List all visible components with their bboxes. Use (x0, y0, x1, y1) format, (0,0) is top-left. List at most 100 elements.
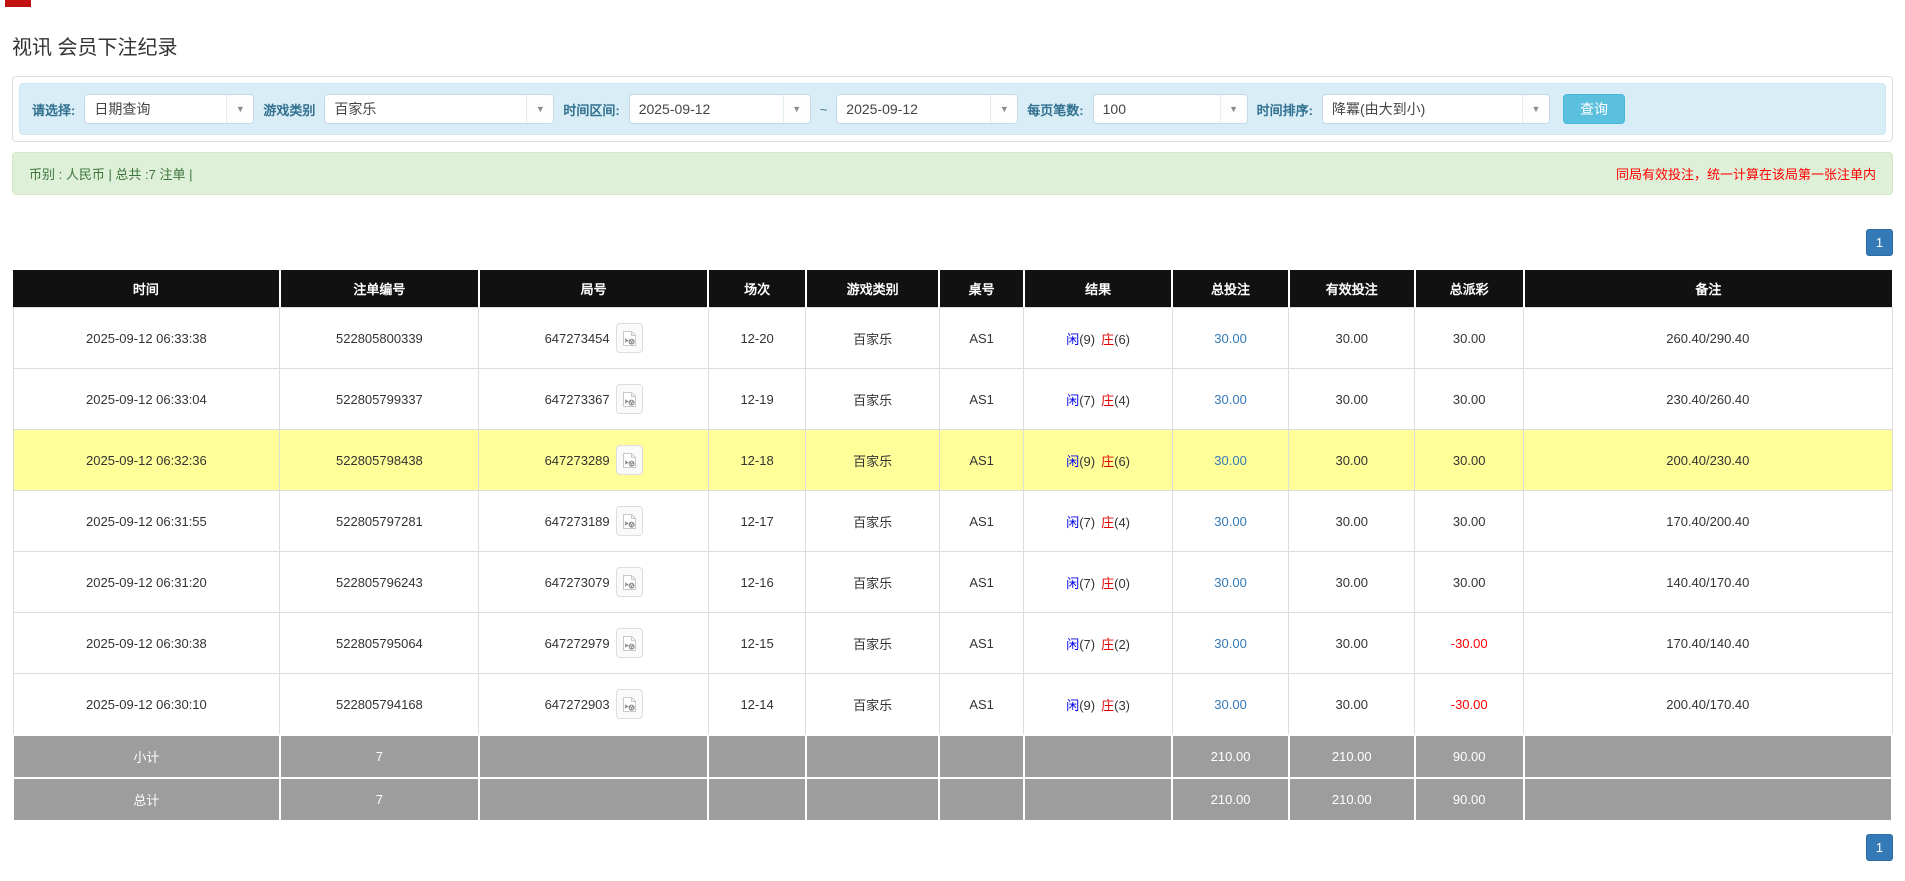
video-file-icon (622, 574, 637, 591)
cell-total-payout: 30.00 (1415, 491, 1524, 552)
table-header-row: 时间 注单编号 局号 场次 游戏类别 桌号 结果 总投注 有效投注 总派彩 备注 (13, 270, 1892, 308)
result-banker: 庄 (1101, 698, 1114, 713)
video-file-icon (622, 391, 637, 408)
subtotal-total-bet: 210.00 (1172, 735, 1288, 778)
result-banker-score: (4) (1114, 393, 1130, 408)
video-replay-button[interactable] (616, 384, 643, 414)
cell-valid-bet: 30.00 (1289, 491, 1415, 552)
round-id-value: 647272979 (545, 636, 610, 651)
result-player-score: (7) (1079, 515, 1095, 530)
subtotal-payout: 90.00 (1415, 735, 1524, 778)
cell-total-bet: 30.00 (1172, 674, 1288, 736)
result-player: 闲 (1066, 393, 1079, 408)
chevron-down-icon[interactable]: ▼ (990, 95, 1017, 123)
date-from-value: 2025-09-12 (630, 95, 783, 123)
result-banker-score: (4) (1114, 515, 1130, 530)
cell-time: 2025-09-12 06:30:10 (13, 674, 280, 736)
game-type-select[interactable]: 百家乐 ▼ (324, 94, 554, 124)
video-replay-button[interactable] (616, 567, 643, 597)
page-button-1[interactable]: 1 (1866, 834, 1893, 861)
header-round-id: 局号 (479, 270, 708, 308)
round-id-value: 647273289 (545, 453, 610, 468)
cell-valid-bet: 30.00 (1289, 674, 1415, 736)
video-replay-button[interactable] (616, 323, 643, 353)
cell-result: 闲(9)庄(6) (1024, 430, 1172, 491)
result-player: 闲 (1066, 576, 1079, 591)
cell-table-no: AS1 (939, 369, 1024, 430)
result-player: 闲 (1066, 637, 1079, 652)
cell-valid-bet: 30.00 (1289, 369, 1415, 430)
chevron-down-icon[interactable]: ▼ (783, 95, 810, 123)
result-banker-score: (6) (1114, 332, 1130, 347)
header-table-no: 桌号 (939, 270, 1024, 308)
video-replay-button[interactable] (616, 506, 643, 536)
search-button[interactable]: 查询 (1563, 94, 1625, 124)
result-banker-score: (2) (1114, 637, 1130, 652)
query-mode-label: 请选择: (32, 100, 75, 119)
cell-table-no: AS1 (939, 430, 1024, 491)
subtotal-row: 小计 7 210.00 210.00 90.00 (13, 735, 1892, 778)
page-button-1[interactable]: 1 (1866, 229, 1893, 256)
cell-total-payout: 30.00 (1415, 369, 1524, 430)
table-row: 2025-09-12 06:33:38 522805800339 6472734… (13, 308, 1892, 369)
cell-session: 12-19 (708, 369, 806, 430)
cell-bet-id: 522805799337 (280, 369, 479, 430)
total-bet-link[interactable]: 30.00 (1214, 636, 1247, 651)
page-size-select[interactable]: 100 ▼ (1093, 94, 1248, 124)
table-row: 2025-09-12 06:30:38 522805795064 6472729… (13, 613, 1892, 674)
table-row: 2025-09-12 06:30:10 522805794168 6472729… (13, 674, 1892, 736)
table-row: 2025-09-12 06:31:20 522805796243 6472730… (13, 552, 1892, 613)
cell-total-payout: 30.00 (1415, 430, 1524, 491)
video-replay-button[interactable] (616, 689, 643, 719)
chevron-down-icon[interactable]: ▼ (1522, 95, 1549, 123)
query-mode-value: 日期查询 (85, 95, 226, 123)
cell-game-type: 百家乐 (806, 430, 939, 491)
result-player-score: (9) (1079, 332, 1095, 347)
cell-game-type: 百家乐 (806, 491, 939, 552)
cell-table-no: AS1 (939, 491, 1024, 552)
video-file-icon (622, 635, 637, 652)
header-total-payout: 总派彩 (1415, 270, 1524, 308)
total-bet-link[interactable]: 30.00 (1214, 453, 1247, 468)
cell-session: 12-17 (708, 491, 806, 552)
result-player: 闲 (1066, 332, 1079, 347)
total-bet-link[interactable]: 30.00 (1214, 392, 1247, 407)
total-bet-link[interactable]: 30.00 (1214, 575, 1247, 590)
time-sort-label: 时间排序: (1257, 100, 1313, 119)
total-bet-link[interactable]: 30.00 (1214, 331, 1247, 346)
video-replay-button[interactable] (616, 445, 643, 475)
cell-time: 2025-09-12 06:30:38 (13, 613, 280, 674)
total-bet-link[interactable]: 30.00 (1214, 697, 1247, 712)
result-player-score: (7) (1079, 576, 1095, 591)
total-count: 7 (280, 778, 479, 821)
query-mode-select[interactable]: 日期查询 ▼ (84, 94, 254, 124)
table-row: 2025-09-12 06:33:04 522805799337 6472733… (13, 369, 1892, 430)
date-to-input[interactable]: 2025-09-12 ▼ (836, 94, 1018, 124)
chevron-down-icon[interactable]: ▼ (526, 95, 553, 123)
header-remark: 备注 (1524, 270, 1892, 308)
cell-session: 12-20 (708, 308, 806, 369)
header-valid-bet: 有效投注 (1289, 270, 1415, 308)
pagination-bottom: 1 (12, 834, 1893, 861)
cell-time: 2025-09-12 06:33:04 (13, 369, 280, 430)
cell-total-payout: -30.00 (1415, 613, 1524, 674)
cell-valid-bet: 30.00 (1289, 308, 1415, 369)
header-time: 时间 (13, 270, 280, 308)
total-row: 总计 7 210.00 210.00 90.00 (13, 778, 1892, 821)
video-replay-button[interactable] (616, 628, 643, 658)
total-payout: 90.00 (1415, 778, 1524, 821)
cell-valid-bet: 30.00 (1289, 430, 1415, 491)
time-sort-select[interactable]: 降冪(由大到小) ▼ (1322, 94, 1550, 124)
cell-remark: 140.40/170.40 (1524, 552, 1892, 613)
chevron-down-icon[interactable]: ▼ (226, 95, 253, 123)
cell-remark: 230.40/260.40 (1524, 369, 1892, 430)
chevron-down-icon[interactable]: ▼ (1220, 95, 1247, 123)
cell-bet-id: 522805795064 (280, 613, 479, 674)
date-from-input[interactable]: 2025-09-12 ▼ (629, 94, 811, 124)
total-bet-link[interactable]: 30.00 (1214, 514, 1247, 529)
cell-bet-id: 522805797281 (280, 491, 479, 552)
cell-bet-id: 522805796243 (280, 552, 479, 613)
bet-records-table: 时间 注单编号 局号 场次 游戏类别 桌号 结果 总投注 有效投注 总派彩 备注… (12, 270, 1893, 822)
cell-game-type: 百家乐 (806, 369, 939, 430)
header-bet-id: 注单编号 (280, 270, 479, 308)
